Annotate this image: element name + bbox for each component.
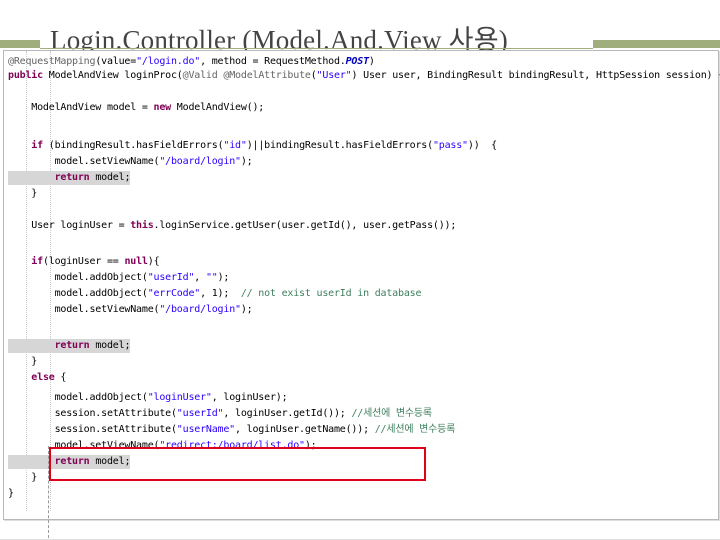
title-accent-bar-right xyxy=(593,40,720,48)
highlight-box xyxy=(49,447,426,481)
code-line: else { xyxy=(31,372,67,383)
code-line: User loginUser = this.loginService.getUs… xyxy=(8,220,457,231)
title-underline xyxy=(40,48,593,49)
code-line: } xyxy=(8,188,38,199)
code-line: if (bindingResult.hasFieldErrors("id")||… xyxy=(31,140,497,151)
code-line: model.setViewName("/board/login"); xyxy=(8,304,253,315)
code-line: model.setViewName("/board/login"); xyxy=(8,156,253,167)
title-accent-bar-left xyxy=(0,40,40,48)
code-line: model.addObject("loginUser", loginUser); xyxy=(8,392,288,403)
code-line: return model; xyxy=(8,171,130,185)
code-line: @RequestMapping(value="/login.do", metho… xyxy=(8,56,375,67)
code-line: } xyxy=(8,356,38,367)
code-line: model.addObject("errCode", 1); // not ex… xyxy=(8,288,422,299)
code-line: if(loginUser == null){ xyxy=(31,256,160,267)
code-screenshot-panel: @RequestMapping(value="/login.do", metho… xyxy=(3,50,720,538)
code-line: } xyxy=(8,472,38,483)
code-line: session.setAttribute("userId", loginUser… xyxy=(8,408,433,419)
code-line: public ModelAndView loginProc(@Valid @Mo… xyxy=(8,70,720,81)
code-line: session.setAttribute("userName", loginUs… xyxy=(8,424,456,435)
code-line: return model; xyxy=(8,339,130,353)
code-line: } xyxy=(8,488,14,499)
code-line: model.addObject("userId", ""); xyxy=(8,272,230,283)
selection-marker xyxy=(48,446,52,538)
code-line: ModelAndView model = new ModelAndView(); xyxy=(8,102,265,113)
